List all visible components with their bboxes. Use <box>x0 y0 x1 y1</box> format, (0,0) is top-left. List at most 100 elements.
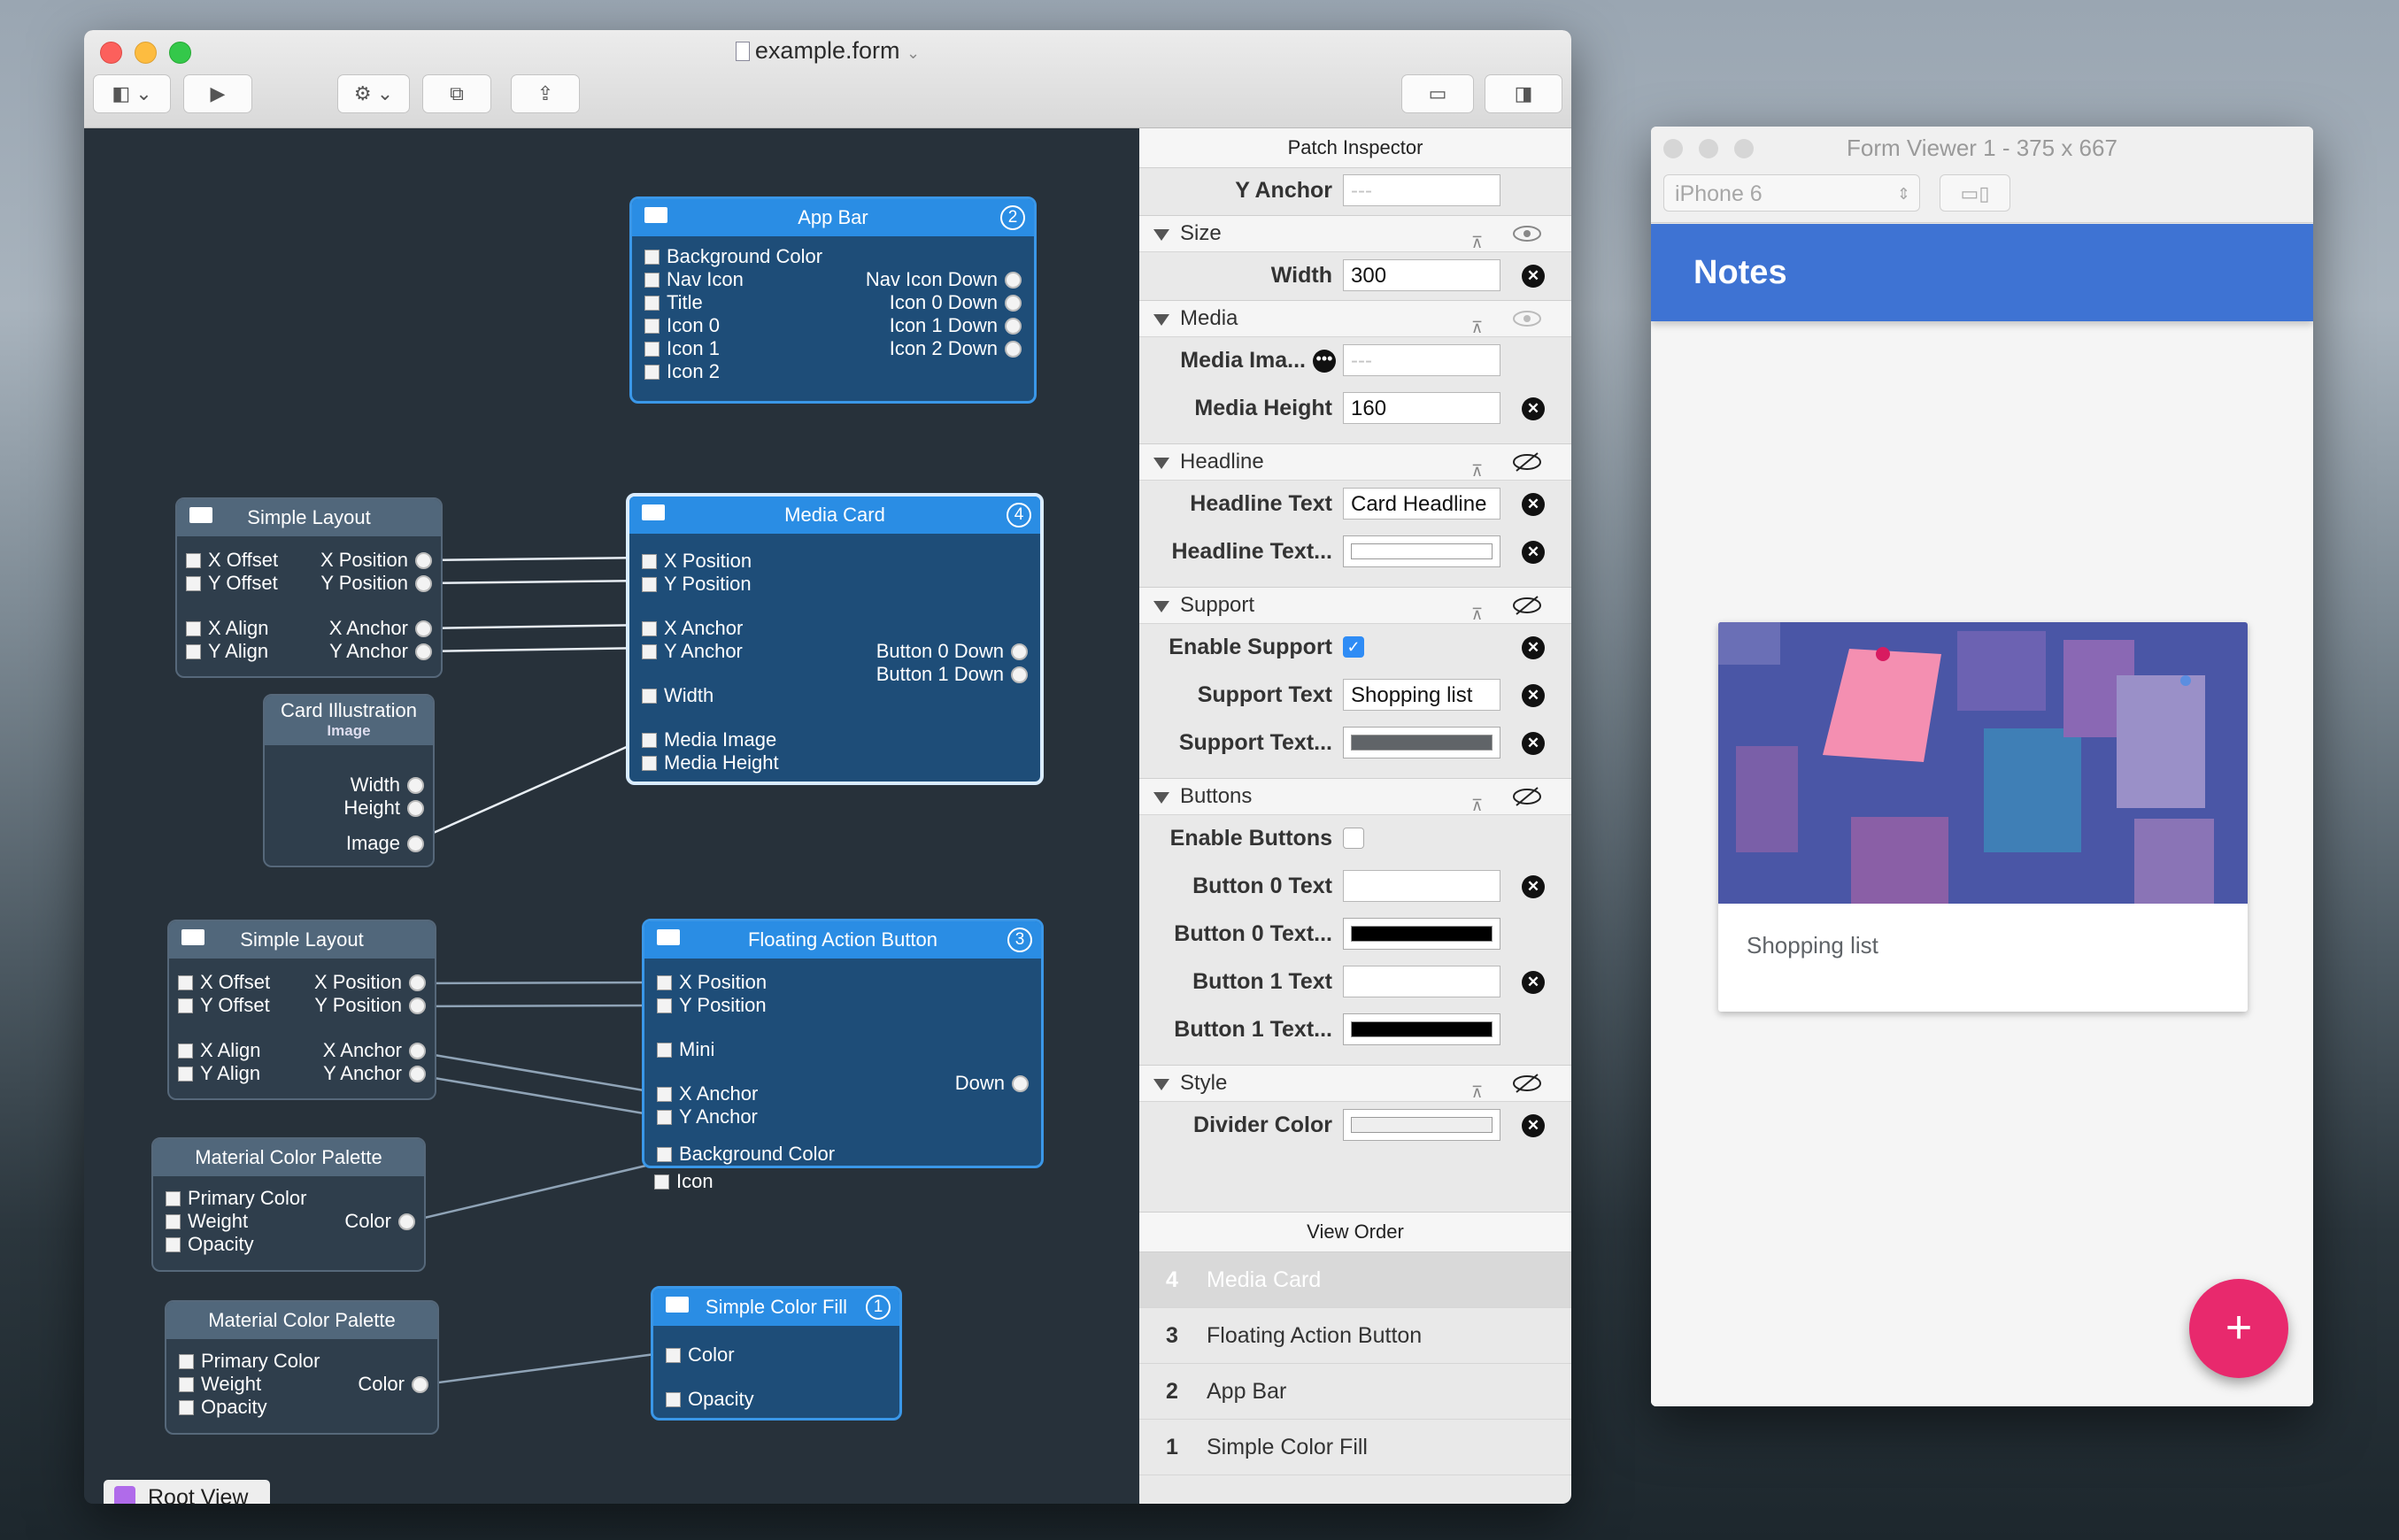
material-color-palette-node-1[interactable]: Material Color Palette Primary Color Wei… <box>151 1137 426 1272</box>
input-port-primary-color[interactable]: Primary Color <box>166 1187 306 1210</box>
button1-text-color-well[interactable] <box>1343 1013 1500 1045</box>
section-size[interactable]: Size ⊼ <box>1139 215 1571 252</box>
port-checkbox[interactable] <box>166 1214 181 1229</box>
clear-icon[interactable]: ✕ <box>1522 875 1545 898</box>
y-anchor-input[interactable]: --- <box>1343 174 1500 206</box>
media-card-node[interactable]: Media Card 4 X Position Y Position X Anch… <box>626 493 1044 785</box>
input-port-y-position[interactable]: Y Position <box>642 573 752 596</box>
disclosure-triangle-icon[interactable] <box>1153 1079 1169 1090</box>
section-support[interactable]: Support ⊼ <box>1139 587 1571 624</box>
output-port-x-anchor[interactable]: X Anchor <box>329 617 432 640</box>
input-port-icon-1[interactable]: Icon 1 <box>644 337 720 360</box>
window-title[interactable]: example.form ⌄ <box>84 37 1571 65</box>
preview-button[interactable]: ▶ <box>183 74 252 113</box>
output-port-width[interactable]: Width <box>351 774 424 797</box>
input-port-media-image[interactable]: Media Image <box>642 728 776 751</box>
port-dot[interactable] <box>398 1213 415 1230</box>
input-port-x-position[interactable]: X Position <box>657 971 767 994</box>
port-checkbox[interactable] <box>178 975 193 990</box>
input-port-x-offset[interactable]: X Offset <box>186 549 278 572</box>
input-port-background-color[interactable]: Background Color <box>644 245 822 268</box>
port-checkbox[interactable] <box>642 644 657 659</box>
port-checkbox[interactable] <box>657 975 672 990</box>
output-port-height[interactable]: Height <box>343 797 424 820</box>
section-style[interactable]: Style ⊼ <box>1139 1065 1571 1102</box>
input-port-x-align[interactable]: X Align <box>178 1039 261 1062</box>
floating-action-button-node[interactable]: Floating Action Button 3 X Position Y Pos… <box>642 919 1044 1168</box>
settings-menu-button[interactable]: ⚙ ⌄ <box>337 74 410 113</box>
enable-support-checkbox[interactable]: ✓ <box>1343 636 1364 658</box>
button0-text-input[interactable] <box>1343 870 1500 902</box>
enable-buttons-checkbox[interactable] <box>1343 828 1364 849</box>
simple-layout-node-1[interactable]: Simple Layout X Offset Y Offset X Align … <box>175 497 443 678</box>
input-port-y-position[interactable]: Y Position <box>657 994 767 1017</box>
port-checkbox[interactable] <box>657 1147 672 1162</box>
clear-icon[interactable]: ✕ <box>1522 541 1545 564</box>
support-text-input[interactable]: Shopping list <box>1343 679 1500 711</box>
share-button[interactable]: ⇪ <box>511 74 580 113</box>
output-port-color[interactable]: Color <box>358 1373 428 1396</box>
node-header[interactable]: Media Card 4 <box>629 497 1040 534</box>
output-port-nav-icon-down[interactable]: Nav Icon Down <box>866 268 1022 291</box>
width-input[interactable]: 300 <box>1343 259 1500 291</box>
input-port-width[interactable]: Width <box>642 684 714 707</box>
node-header[interactable]: Material Color Palette <box>166 1302 437 1339</box>
input-port-mini[interactable]: Mini <box>657 1038 714 1061</box>
button0-text-color-well[interactable] <box>1343 918 1500 950</box>
input-port-color[interactable]: Color <box>666 1344 735 1367</box>
port-dot[interactable] <box>415 575 432 592</box>
divider-color-well[interactable] <box>1343 1109 1500 1141</box>
layout-toggle-button[interactable]: ▭ <box>1401 74 1474 113</box>
output-port-x-anchor[interactable]: X Anchor <box>323 1039 426 1062</box>
section-media[interactable]: Media ⊼ <box>1139 300 1571 337</box>
input-port-opacity[interactable]: Opacity <box>166 1233 254 1256</box>
port-checkbox[interactable] <box>666 1348 681 1363</box>
simple-layout-node-2[interactable]: Simple Layout X Offset Y Offset X Align … <box>167 920 436 1100</box>
input-port-x-position[interactable]: X Position <box>642 550 752 573</box>
port-checkbox[interactable] <box>657 1110 672 1125</box>
pin-icon[interactable]: ⊼ <box>1471 453 1494 480</box>
port-checkbox[interactable] <box>179 1354 194 1369</box>
port-checkbox[interactable] <box>178 998 193 1013</box>
input-port-y-offset[interactable]: Y Offset <box>186 572 278 595</box>
inspector-toggle-button[interactable]: ◨ <box>1485 74 1562 113</box>
port-checkbox[interactable] <box>657 1087 672 1102</box>
disclosure-triangle-icon[interactable] <box>1153 458 1169 469</box>
media-card-preview[interactable]: Shopping list <box>1718 622 2248 1012</box>
input-port-x-align[interactable]: X Align <box>186 617 269 640</box>
output-port-button-0-down[interactable]: Button 0 Down <box>876 640 1028 663</box>
port-dot[interactable] <box>409 974 426 991</box>
headline-text-color-well[interactable] <box>1343 535 1500 567</box>
output-port-down[interactable]: Down <box>955 1072 1029 1095</box>
clear-icon[interactable]: ✕ <box>1522 636 1545 659</box>
port-dot[interactable] <box>415 552 432 569</box>
app-bar-node[interactable]: App Bar 2 Background Color Nav Icon Title… <box>629 196 1037 404</box>
input-port-y-align[interactable]: Y Align <box>186 640 268 663</box>
input-port-opacity[interactable]: Opacity <box>179 1396 267 1419</box>
output-port-icon-0-down[interactable]: Icon 0 Down <box>890 291 1022 314</box>
pin-icon[interactable]: ⊼ <box>1471 310 1494 336</box>
output-port-y-anchor[interactable]: Y Anchor <box>323 1062 426 1085</box>
view-order-item-fab[interactable]: 3 Floating Action Button <box>1139 1308 1571 1364</box>
disclosure-triangle-icon[interactable] <box>1153 314 1169 326</box>
output-port-image[interactable]: Image <box>346 832 424 855</box>
root-view-button[interactable]: Root View <box>104 1480 270 1504</box>
node-header[interactable]: Card Illustration Image <box>265 696 433 745</box>
pin-icon[interactable]: ⊼ <box>1471 225 1494 251</box>
disclosure-triangle-icon[interactable] <box>1153 792 1169 804</box>
port-dot[interactable] <box>412 1376 428 1393</box>
input-port-y-anchor[interactable]: Y Anchor <box>657 1105 758 1128</box>
port-checkbox[interactable] <box>642 621 657 636</box>
input-port-x-anchor[interactable]: X Anchor <box>657 1082 758 1105</box>
headline-text-input[interactable]: Card Headline <box>1343 488 1500 520</box>
port-checkbox[interactable] <box>666 1392 681 1407</box>
port-checkbox[interactable] <box>186 621 201 636</box>
input-port-opacity[interactable]: Opacity <box>666 1388 754 1411</box>
input-port-icon-0[interactable]: Icon 0 <box>644 314 720 337</box>
simple-color-fill-node[interactable]: Simple Color Fill 1 Color Opacity <box>651 1286 902 1421</box>
output-port-x-position[interactable]: X Position <box>320 549 432 572</box>
input-port-icon-2[interactable]: Icon 2 <box>644 360 720 383</box>
eye-hidden-icon[interactable] <box>1511 595 1543 616</box>
port-checkbox[interactable] <box>642 577 657 592</box>
node-header[interactable]: Simple Layout <box>177 499 441 536</box>
